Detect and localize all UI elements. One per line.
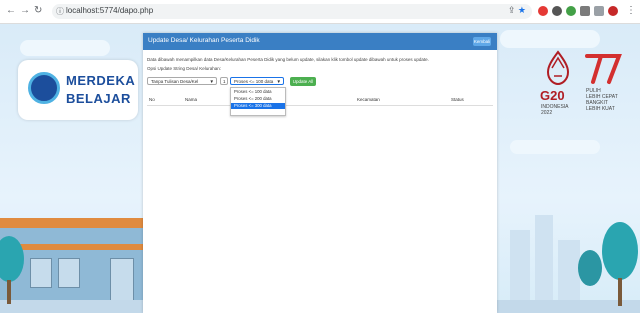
sidebar-icon[interactable] xyxy=(594,6,604,16)
extensions-puzzle-icon[interactable] xyxy=(580,6,590,16)
chevron-down-icon: ▼ xyxy=(276,79,281,84)
chevron-down-icon: ▼ xyxy=(209,79,214,84)
building-roof xyxy=(0,218,145,228)
logo-text-line1: MERDEKA xyxy=(66,73,136,88)
panel-description: Data dibawah menampilkan data Desa/Kelur… xyxy=(147,57,429,62)
hut-slogan-line4: LEBIH KUAT xyxy=(586,106,615,112)
count-input[interactable]: 1 xyxy=(220,77,228,85)
merdeka-belajar-logo: MERDEKA BELAJAR xyxy=(18,60,138,120)
column-header-status: Status xyxy=(451,97,464,102)
reload-icon[interactable]: ↻ xyxy=(34,5,42,17)
share-icon[interactable]: ⇪ xyxy=(508,5,516,15)
cloud xyxy=(20,40,110,56)
column-header-nama: Nama xyxy=(185,97,198,102)
site-info-icon[interactable]: ⓘ xyxy=(56,6,64,17)
g20-subtitle-year: 2022 xyxy=(541,110,553,116)
browser-toolbar: ← → ↻ ⓘ localhost:5774/dapo.php ⇪ ★ ⋮ xyxy=(0,0,640,24)
profile-avatar[interactable] xyxy=(608,6,618,16)
building-door xyxy=(110,258,134,302)
background-building xyxy=(535,215,553,305)
tut-wuri-handayani-icon xyxy=(28,72,60,104)
bookmark-star-icon[interactable]: ★ xyxy=(518,5,526,15)
omnibox-icons: ⇪ ★ xyxy=(508,5,526,16)
string-option-value: Tanpa Tulisan Desa/Kel xyxy=(151,79,199,84)
tree-illustration xyxy=(578,250,602,286)
back-button[interactable]: Kembali xyxy=(473,37,491,46)
option-label: Opsi Update String Desa/ Kelurahan: xyxy=(147,66,222,71)
hut-ri-77-emblem-icon xyxy=(585,54,622,84)
tree-illustration xyxy=(602,222,638,280)
extension-green-icon[interactable] xyxy=(566,6,576,16)
g20-subtitle: INDONESIA 2022 xyxy=(541,104,569,116)
extension-adblock-icon[interactable] xyxy=(538,6,548,16)
cloud xyxy=(500,30,600,48)
address-url: localhost:5774/dapo.php xyxy=(66,6,154,15)
g20-label: G20 xyxy=(540,88,565,103)
extension-icon[interactable] xyxy=(552,6,562,16)
hut-slogan: PULIH LEBIH CEPAT BANGKIT LEBIH KUAT xyxy=(586,88,618,112)
string-option-select[interactable]: Tanpa Tulisan Desa/Kel ▼ xyxy=(147,77,217,85)
background-building xyxy=(558,240,580,305)
back-icon[interactable]: ← xyxy=(6,5,16,17)
update-all-button[interactable]: Update All xyxy=(290,77,316,86)
logo-text-line2: BELAJAR xyxy=(66,91,131,106)
dropdown-option[interactable]: Proses <= 200 data xyxy=(231,96,285,102)
dropdown-option-highlighted[interactable]: Proses <= 300 data xyxy=(231,103,285,109)
update-panel: Update Desa/ Kelurahan Peserta Didik Kem… xyxy=(143,33,497,313)
background-building xyxy=(510,230,530,305)
batch-size-dropdown: Proses <= 100 data Proses <= 200 data Pr… xyxy=(230,87,286,116)
address-bar[interactable]: ⓘ localhost:5774/dapo.php ⇪ ★ xyxy=(52,4,532,19)
menu-kebab-icon[interactable]: ⋮ xyxy=(626,5,636,17)
panel-title: Update Desa/ Kelurahan Peserta Didik xyxy=(148,37,260,44)
forward-icon[interactable]: → xyxy=(20,5,30,17)
cloud xyxy=(510,140,600,154)
tree-trunk xyxy=(7,280,11,304)
panel-header: Update Desa/ Kelurahan Peserta Didik Kem… xyxy=(143,33,497,50)
column-header-kecamatan: Kecamatan xyxy=(357,97,380,102)
dropdown-option[interactable]: Proses <= 100 data xyxy=(231,89,285,95)
batch-size-select[interactable]: Proses <= 100 data ▼ xyxy=(230,77,284,85)
building-window xyxy=(30,258,52,288)
column-header-no: No xyxy=(149,97,155,102)
batch-size-value: Proses <= 100 data xyxy=(234,79,274,84)
count-value: 1 xyxy=(223,79,226,84)
building-window xyxy=(58,258,80,288)
table-header: No Nama Kecamatan Status xyxy=(147,95,493,106)
tree-trunk xyxy=(618,278,622,306)
